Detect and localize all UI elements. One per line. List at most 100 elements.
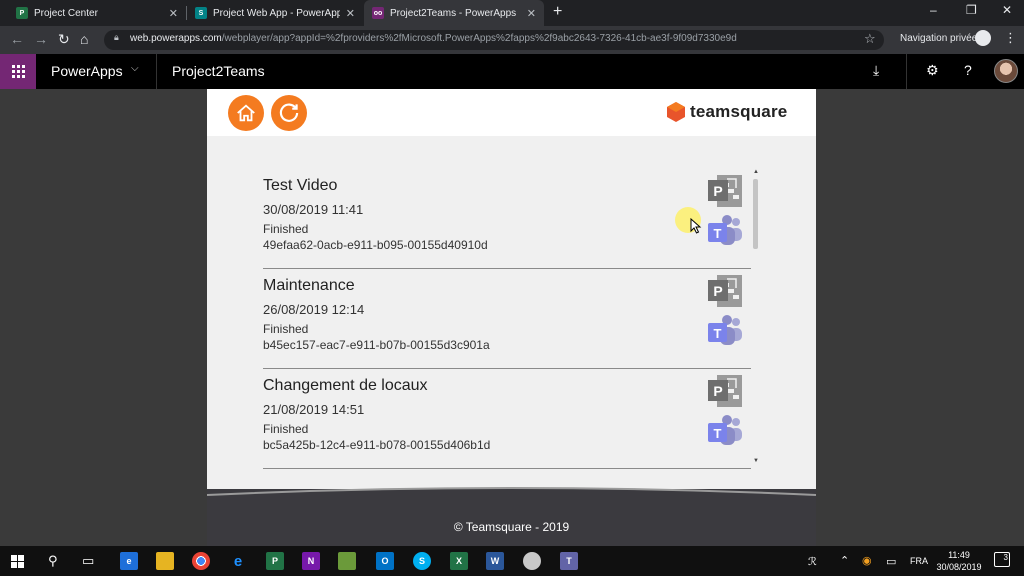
search-icon[interactable]: ⚲ bbox=[48, 553, 58, 569]
battery-icon[interactable]: ▭ bbox=[886, 555, 896, 568]
svg-text:P: P bbox=[713, 283, 722, 299]
close-window-button[interactable]: ✕ bbox=[1002, 3, 1012, 17]
svg-text:T: T bbox=[714, 326, 722, 341]
notes-icon[interactable] bbox=[338, 552, 356, 570]
windows-taskbar: ⚲ ▭ e e P N O S X W T ℛ ⌃ ◉ ▭ FRA bbox=[0, 546, 1024, 576]
project-id: b45ec157-eac7-e911-b07b-00155d3c901a bbox=[263, 338, 490, 352]
onenote-icon[interactable]: N bbox=[302, 552, 320, 570]
url-host: web.powerapps.com bbox=[130, 33, 222, 44]
powerapps-favicon-icon: oo bbox=[372, 7, 384, 19]
tab-project-center[interactable]: P Project Center ✕ bbox=[8, 0, 186, 26]
bookmark-star-icon[interactable]: ☆ bbox=[864, 31, 876, 47]
outlook-icon[interactable]: O bbox=[376, 552, 394, 570]
list-item[interactable]: Changement de locaux 21/08/2019 14:51 Fi… bbox=[263, 369, 751, 469]
ms-teams-icon[interactable]: T bbox=[707, 314, 743, 348]
chrome-icon[interactable] bbox=[192, 552, 210, 570]
minimize-button[interactable]: – bbox=[930, 3, 937, 17]
browser-tab-strip: P Project Center ✕ S Project Web App - P… bbox=[0, 0, 1024, 26]
project-date: 30/08/2019 11:41 bbox=[263, 202, 364, 217]
help-icon[interactable]: ? bbox=[964, 62, 972, 78]
tab-project2teams[interactable]: oo Project2Teams - PowerApps ✕ bbox=[364, 0, 544, 26]
ms-teams-icon[interactable]: T bbox=[707, 414, 743, 448]
taskbar-clock[interactable]: 11:49 30/08/2019 bbox=[936, 549, 982, 573]
project-title: Test Video bbox=[263, 177, 338, 194]
tab-title: Project Web App - PowerApp_Da bbox=[213, 7, 340, 19]
app-launcher-icon[interactable] bbox=[0, 54, 36, 89]
ms-project-icon[interactable]: P bbox=[707, 274, 743, 308]
refresh-icon bbox=[279, 103, 299, 122]
back-arrow-icon[interactable]: ← bbox=[10, 31, 24, 47]
teamsquare-logo: teamsquare bbox=[666, 101, 787, 123]
tab-project-web-app[interactable]: S Project Web App - PowerApp_Da ✕ bbox=[187, 0, 363, 26]
snipping-tool-icon[interactable] bbox=[523, 552, 541, 570]
excel-icon[interactable]: X bbox=[450, 552, 468, 570]
svg-text:P: P bbox=[713, 383, 722, 399]
incognito-icon[interactable] bbox=[975, 30, 991, 46]
ms-project-taskbar-icon[interactable]: P bbox=[266, 552, 284, 570]
file-explorer-icon[interactable] bbox=[156, 552, 174, 570]
download-icon[interactable]: ⤓ bbox=[873, 62, 879, 79]
language-indicator[interactable]: FRA bbox=[910, 556, 928, 566]
project-title: Maintenance bbox=[263, 277, 355, 294]
gear-icon[interactable]: ⚙ bbox=[926, 62, 939, 79]
people-icon[interactable]: ℛ bbox=[808, 555, 817, 568]
project-date: 21/08/2019 14:51 bbox=[263, 402, 365, 417]
close-tab-icon[interactable]: ✕ bbox=[346, 7, 355, 20]
ms-project-icon[interactable]: P bbox=[707, 174, 743, 208]
project-status: Finished bbox=[263, 222, 309, 236]
chevron-down-icon[interactable]: ⌵ bbox=[131, 63, 139, 74]
close-tab-icon[interactable]: ✕ bbox=[169, 7, 178, 20]
scroll-up-icon[interactable]: ▲ bbox=[753, 169, 759, 175]
teams-taskbar-icon[interactable]: T bbox=[560, 552, 578, 570]
clock-time: 11:49 bbox=[948, 550, 970, 560]
footer-copyright: © Teamsquare - 2019 bbox=[453, 520, 570, 534]
scrollbar-thumb[interactable] bbox=[753, 179, 758, 249]
header-divider bbox=[156, 54, 157, 89]
logo-text: teamsquare bbox=[690, 102, 788, 121]
notification-center-icon[interactable]: 3 bbox=[994, 552, 1010, 567]
edge-icon[interactable]: e bbox=[120, 552, 138, 570]
project-title: Changement de locaux bbox=[263, 377, 428, 394]
browser-menu-icon[interactable]: ⋮ bbox=[1004, 30, 1017, 46]
powerapps-brand[interactable]: PowerApps bbox=[51, 63, 123, 79]
forward-arrow-icon[interactable]: → bbox=[34, 31, 48, 47]
scroll-down-icon[interactable]: ▼ bbox=[753, 458, 759, 464]
incognito-label: Navigation privée bbox=[900, 33, 978, 44]
new-tab-button[interactable]: + bbox=[553, 3, 562, 21]
word-icon[interactable]: W bbox=[486, 552, 504, 570]
home-icon bbox=[237, 104, 255, 122]
ms-teams-icon[interactable]: T bbox=[707, 214, 743, 248]
project-id: 49efaa62-0acb-e911-b095-00155d40910d bbox=[263, 238, 488, 252]
app-title: Project2Teams bbox=[172, 63, 265, 79]
avatar[interactable] bbox=[994, 59, 1018, 83]
skype-icon[interactable]: S bbox=[413, 552, 431, 570]
url-path: /webplayer/app?appId=%2fproviders%2fMicr… bbox=[221, 33, 737, 44]
ms-project-icon[interactable]: P bbox=[707, 374, 743, 408]
home-button[interactable] bbox=[228, 95, 264, 131]
tab-title: Project Center bbox=[34, 7, 98, 19]
chevron-up-icon[interactable]: ⌃ bbox=[840, 554, 849, 567]
svg-text:P: P bbox=[713, 183, 722, 199]
windows-start-icon[interactable] bbox=[11, 555, 24, 568]
list-item[interactable]: Maintenance 26/08/2019 12:14 Finished b4… bbox=[263, 269, 751, 369]
svg-text:T: T bbox=[714, 426, 722, 441]
footer-wave bbox=[207, 487, 816, 503]
mouse-pointer-icon bbox=[690, 218, 702, 234]
maximize-button[interactable]: ❐ bbox=[966, 3, 977, 17]
task-view-icon[interactable]: ▭ bbox=[82, 553, 94, 569]
url-text[interactable]: web.powerapps.com/webplayer/app?appId=%2… bbox=[130, 33, 737, 44]
internet-explorer-icon[interactable]: e bbox=[229, 552, 247, 570]
refresh-button[interactable] bbox=[271, 95, 307, 131]
header-divider bbox=[906, 54, 907, 89]
reload-icon[interactable]: ↻ bbox=[58, 31, 70, 48]
notification-count: 3 bbox=[1003, 553, 1008, 562]
home-icon[interactable]: ⌂ bbox=[80, 31, 88, 47]
svg-text:T: T bbox=[714, 226, 722, 241]
chrome-tray-icon[interactable]: ◉ bbox=[862, 554, 872, 567]
sharepoint-favicon-icon: S bbox=[195, 7, 207, 19]
project-status: Finished bbox=[263, 322, 309, 336]
lock-icon: 🔒︎ bbox=[114, 32, 119, 42]
close-tab-icon[interactable]: ✕ bbox=[527, 7, 536, 20]
project-id: bc5a425b-12c4-e911-b078-00155d406b1d bbox=[263, 438, 491, 452]
powerapps-header: PowerApps ⌵ Project2Teams ⤓ ⚙ ? bbox=[0, 54, 1024, 89]
